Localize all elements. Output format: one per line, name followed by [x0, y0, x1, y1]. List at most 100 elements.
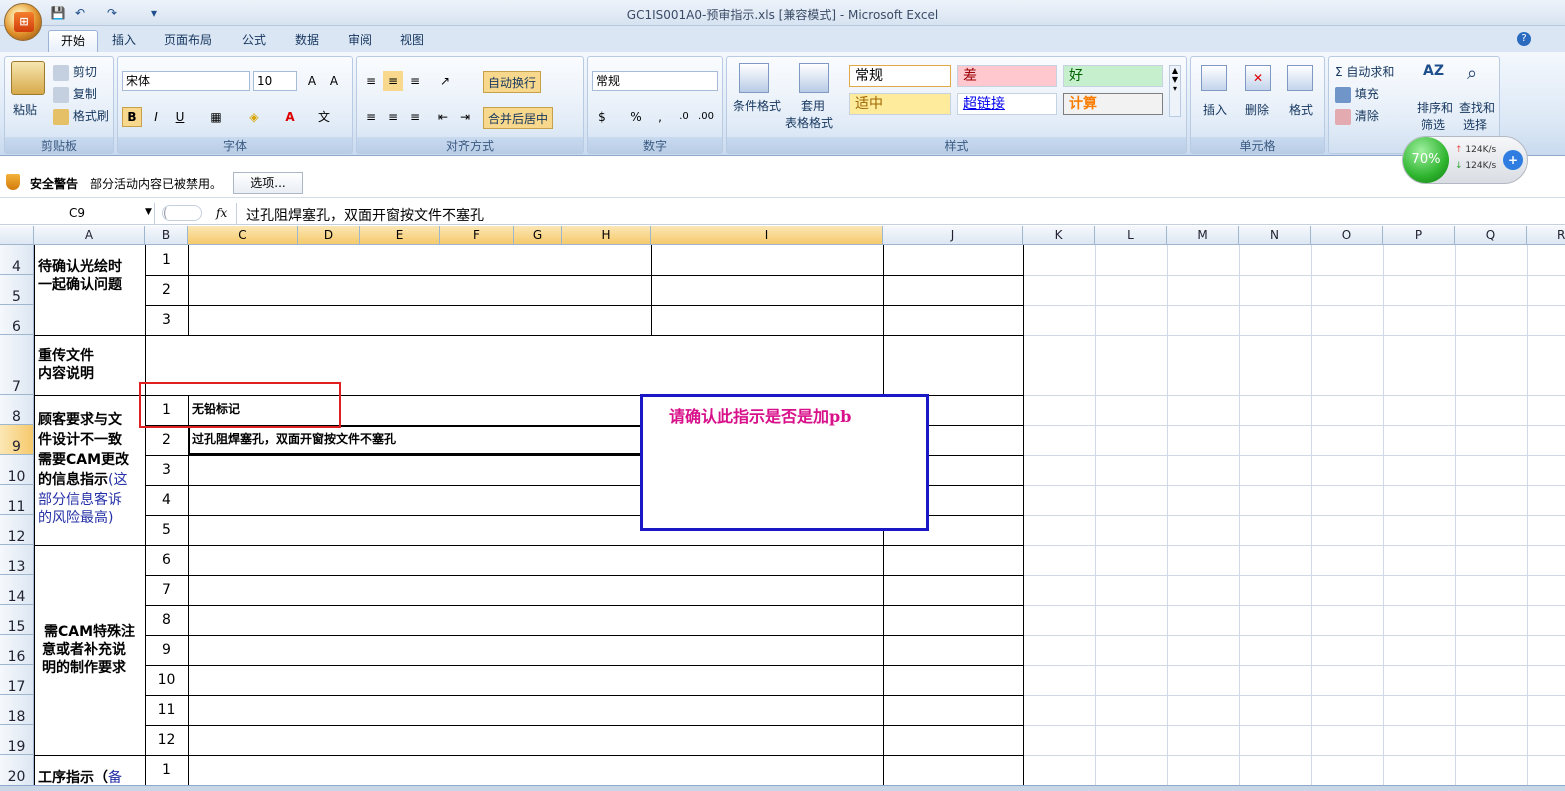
widget-plus-icon[interactable]: +: [1503, 150, 1523, 170]
col-header-k[interactable]: K: [1023, 226, 1095, 245]
currency-icon[interactable]: $: [592, 107, 612, 127]
sort-filter-label2[interactable]: 筛选: [1421, 116, 1445, 133]
copy-button[interactable]: 复制: [73, 87, 97, 101]
sheet-tabs-strip[interactable]: [0, 785, 1565, 791]
comma-button[interactable]: ,: [650, 107, 670, 127]
autosum-button[interactable]: 自动求和: [1346, 65, 1394, 79]
row-header-4[interactable]: 4: [0, 245, 34, 275]
col-header-n[interactable]: N: [1239, 226, 1311, 245]
insert-cells-button[interactable]: 插入: [1203, 101, 1227, 118]
paste-icon[interactable]: [11, 61, 45, 95]
annotation-textbox[interactable]: 请确认此指示是否是加pb: [640, 394, 929, 531]
row-header-15[interactable]: 15: [0, 605, 34, 635]
cell-b6[interactable]: 3: [145, 310, 188, 330]
office-button[interactable]: ⊞: [4, 3, 42, 41]
increase-decimal-icon[interactable]: .0: [674, 107, 694, 127]
row-header-11[interactable]: 11: [0, 485, 34, 515]
format-painter-button[interactable]: 格式刷: [73, 109, 109, 123]
row-header-12[interactable]: 12: [0, 515, 34, 545]
decrease-decimal-icon[interactable]: .00: [696, 107, 716, 127]
align-left-icon[interactable]: ≡: [361, 107, 381, 127]
col-header-r[interactable]: R: [1527, 226, 1565, 245]
font-name-select[interactable]: 宋体: [122, 71, 250, 91]
col-header-a[interactable]: A: [34, 226, 145, 245]
number-format-select[interactable]: 常规: [592, 71, 718, 91]
cell-b10[interactable]: 3: [145, 460, 188, 480]
network-speed-widget[interactable]: 70% ↑ 124K/s ↓ 124K/s +: [1402, 136, 1528, 184]
col-header-h[interactable]: H: [562, 226, 651, 245]
col-header-j[interactable]: J: [883, 226, 1023, 245]
style-hyperlink[interactable]: 超链接: [957, 93, 1057, 115]
align-middle-icon[interactable]: ≡: [383, 71, 403, 91]
col-header-b[interactable]: B: [145, 226, 188, 245]
format-as-table-label1[interactable]: 套用: [801, 97, 825, 114]
col-header-d[interactable]: D: [298, 226, 360, 245]
sort-filter-label1[interactable]: 排序和: [1417, 99, 1453, 116]
decrease-indent-icon[interactable]: ⇤: [433, 107, 453, 127]
align-bottom-icon[interactable]: ≡: [405, 71, 425, 91]
font-color-icon[interactable]: A: [280, 107, 300, 127]
shrink-font-button[interactable]: A: [324, 71, 344, 91]
col-header-i[interactable]: I: [651, 226, 883, 245]
orientation-icon[interactable]: ↗: [435, 71, 455, 91]
row-header-14[interactable]: 14: [0, 575, 34, 605]
wrap-text-button[interactable]: 自动换行: [483, 71, 542, 93]
cell-b5[interactable]: 2: [145, 280, 188, 300]
col-header-c[interactable]: C: [188, 226, 298, 245]
style-bad[interactable]: 差: [957, 65, 1057, 87]
cell-b18[interactable]: 11: [145, 700, 188, 720]
tab-home[interactable]: 开始: [48, 30, 99, 52]
select-all-corner[interactable]: [0, 226, 34, 245]
font-size-select[interactable]: 10: [253, 71, 297, 91]
worksheet-grid[interactable]: A B C D E F G H I J K L M N O P Q R 4 5 …: [0, 226, 1565, 791]
tab-insert[interactable]: 插入: [100, 30, 148, 52]
cell-b4[interactable]: 1: [145, 250, 188, 270]
col-header-p[interactable]: P: [1383, 226, 1455, 245]
fill-color-icon[interactable]: ◈: [244, 107, 264, 127]
row-header-7[interactable]: 7: [0, 335, 34, 395]
formula-input[interactable]: 过孔阻焊塞孔，双面开窗按文件不塞孔: [246, 205, 484, 225]
format-as-table-label2[interactable]: 表格格式: [785, 114, 833, 131]
percent-button[interactable]: %: [626, 107, 646, 127]
name-box[interactable]: C9: [0, 203, 155, 224]
conditional-format-icon[interactable]: [739, 63, 769, 93]
format-cells-button[interactable]: 格式: [1289, 101, 1313, 118]
sort-filter-icon[interactable]: AZ: [1423, 63, 1447, 87]
col-header-e[interactable]: E: [360, 226, 440, 245]
cell-b19[interactable]: 12: [145, 730, 188, 750]
merge-center-button[interactable]: 合并后居中: [483, 107, 554, 129]
delete-cells-button[interactable]: 删除: [1245, 101, 1269, 118]
col-header-m[interactable]: M: [1167, 226, 1239, 245]
format-cells-icon[interactable]: [1287, 65, 1313, 91]
find-select-label2[interactable]: 选择: [1463, 116, 1487, 133]
bold-button[interactable]: B: [122, 107, 142, 127]
style-neutral[interactable]: 适中: [849, 93, 951, 115]
cell-b12[interactable]: 5: [145, 520, 188, 540]
clear-button[interactable]: 清除: [1355, 109, 1379, 123]
delete-cells-icon[interactable]: ✕: [1245, 65, 1271, 91]
row-header-19[interactable]: 19: [0, 725, 34, 755]
phonetic-icon[interactable]: 文: [314, 107, 334, 127]
increase-indent-icon[interactable]: ⇥: [455, 107, 475, 127]
conditional-format-button[interactable]: 条件格式: [733, 97, 781, 114]
find-select-label1[interactable]: 查找和: [1459, 99, 1495, 116]
cell-b14[interactable]: 7: [145, 580, 188, 600]
row-header-6[interactable]: 6: [0, 305, 34, 335]
cell-b16[interactable]: 9: [145, 640, 188, 660]
fill-button[interactable]: 填充: [1355, 87, 1379, 101]
row-header-5[interactable]: 5: [0, 275, 34, 305]
row-header-16[interactable]: 16: [0, 635, 34, 665]
italic-button[interactable]: I: [146, 107, 166, 127]
cut-button[interactable]: 剪切: [73, 65, 97, 79]
paste-button[interactable]: 粘贴: [13, 101, 37, 118]
underline-button[interactable]: U: [170, 107, 190, 127]
row-header-9[interactable]: 9: [0, 425, 34, 455]
align-top-icon[interactable]: ≡: [361, 71, 381, 91]
style-good[interactable]: 好: [1063, 65, 1163, 87]
tab-review[interactable]: 审阅: [336, 30, 384, 52]
find-select-icon[interactable]: ⌕: [1467, 63, 1491, 87]
insert-function-icon[interactable]: fx: [216, 206, 227, 220]
tab-view[interactable]: 视图: [388, 30, 436, 52]
row-header-10[interactable]: 10: [0, 455, 34, 485]
cell-b13[interactable]: 6: [145, 550, 188, 570]
